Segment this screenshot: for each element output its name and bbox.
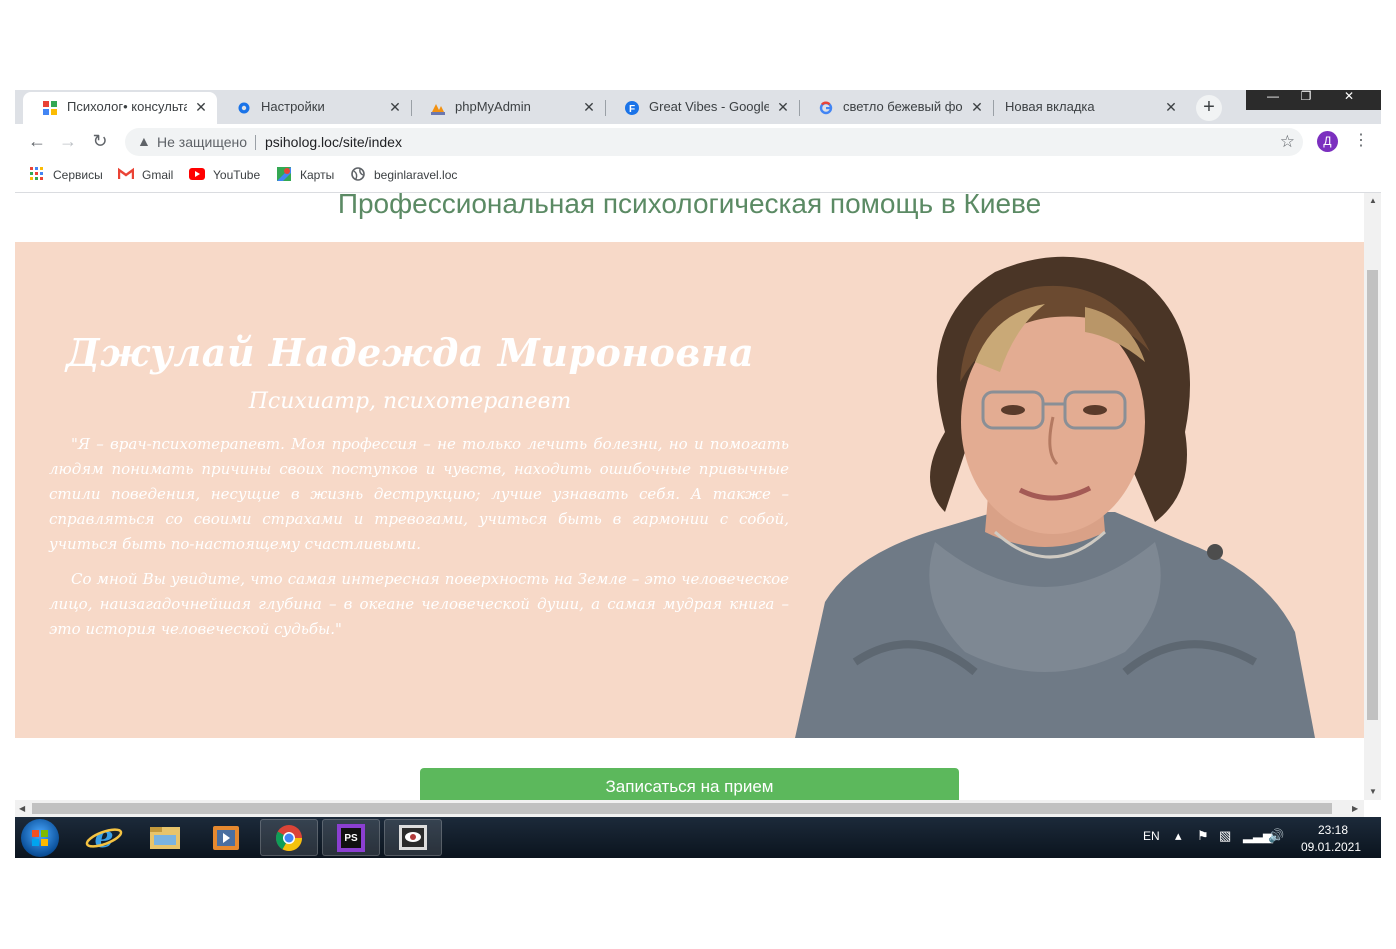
scroll-down-arrow-icon[interactable]: ▼ xyxy=(1369,787,1377,796)
volume-icon[interactable]: 🔊 xyxy=(1268,828,1284,844)
tab-label: Новая вкладка xyxy=(1005,99,1095,114)
bookmarks-bar: Сервисы Gmail YouTube Карты beginlaravel… xyxy=(15,158,1381,193)
tab-psiholog[interactable]: Психолог• консультация ✕ xyxy=(23,92,217,124)
google-icon xyxy=(819,101,833,115)
bookmark-label: beginlaravel.loc xyxy=(374,168,458,182)
close-icon[interactable]: ✕ xyxy=(1163,92,1179,122)
tab-label: phpMyAdmin xyxy=(455,99,531,114)
close-icon[interactable]: ✕ xyxy=(193,92,209,122)
close-icon[interactable]: ✕ xyxy=(581,92,597,122)
close-icon[interactable]: ✕ xyxy=(387,92,403,122)
bookmark-label: YouTube xyxy=(213,168,261,182)
page-viewport: Профессиональная психологическая помощь … xyxy=(15,193,1364,800)
globe-icon xyxy=(351,167,365,181)
media-player-icon[interactable] xyxy=(197,819,255,856)
tab-great-vibes[interactable]: F Great Vibes - Google Fonts ✕ xyxy=(605,92,799,124)
forward-arrow-icon[interactable]: → xyxy=(56,129,80,153)
youtube-icon xyxy=(189,168,205,180)
bookmark-label: Сервисы xyxy=(53,168,103,182)
doctor-name: Джулай Надежда Мироновна xyxy=(65,330,755,375)
new-tab-button[interactable]: + xyxy=(1196,95,1222,121)
tab-phpmyadmin[interactable]: phpMyAdmin ✕ xyxy=(411,92,605,124)
bookmark-maps[interactable]: Карты xyxy=(276,167,334,182)
tab-label: светло бежевый фон сайта xyxy=(843,99,963,114)
quote-paragraph: "Я – врач-психотерапевт. Моя профессия –… xyxy=(49,435,789,553)
scrollbar-thumb[interactable] xyxy=(32,803,1332,814)
clock-time[interactable]: 23:18 xyxy=(1303,823,1363,837)
scroll-up-arrow-icon[interactable]: ▲ xyxy=(1369,196,1377,205)
scrollbar-thumb[interactable] xyxy=(1367,270,1378,720)
windows-start-icon[interactable] xyxy=(21,819,59,857)
security-status[interactable]: Не защищено xyxy=(157,134,247,150)
power-icon[interactable]: ▧ xyxy=(1219,828,1231,844)
image-viewer-icon[interactable] xyxy=(384,819,442,856)
bookmark-youtube[interactable]: YouTube xyxy=(189,167,260,182)
menu-kebab-icon[interactable]: ⋮ xyxy=(1353,130,1369,150)
tab-label: Психолог• консультация xyxy=(67,99,187,114)
url-text[interactable]: psiholog.loc/site/index xyxy=(265,134,402,150)
bookmark-services[interactable]: Сервисы xyxy=(29,167,103,182)
svg-text:e: e xyxy=(94,820,113,855)
restore-icon[interactable]: ❐ xyxy=(1291,90,1321,103)
clock-date[interactable]: 09.01.2021 xyxy=(1295,840,1367,854)
scroll-right-arrow-icon[interactable]: ▶ xyxy=(1352,804,1358,813)
window-close-icon[interactable]: ✕ xyxy=(1334,90,1364,103)
warning-icon[interactable]: ▲ xyxy=(137,133,151,149)
file-explorer-icon[interactable] xyxy=(136,819,194,856)
tray-expand-icon[interactable]: ▴ xyxy=(1175,828,1182,844)
book-appointment-button[interactable]: Записаться на прием xyxy=(420,768,959,800)
doctor-role: Психиатр, психотерапевт xyxy=(248,389,572,414)
tab-label: Great Vibes - Google Fonts xyxy=(649,99,769,114)
vertical-scrollbar[interactable]: ▲ ▼ xyxy=(1364,193,1381,800)
page-title: Профессиональная психологическая помощь … xyxy=(337,193,1042,219)
svg-text:F: F xyxy=(629,104,635,115)
hero-banner: Джулай Надежда Мироновна Психиатр, психо… xyxy=(15,242,1364,738)
bookmark-label: Gmail xyxy=(142,168,174,182)
language-indicator[interactable]: EN xyxy=(1143,829,1160,843)
chrome-icon[interactable] xyxy=(260,819,318,856)
scroll-left-arrow-icon[interactable]: ◀ xyxy=(19,804,25,813)
reload-icon[interactable]: ↻ xyxy=(88,129,112,153)
pma-icon xyxy=(431,104,445,115)
screen: Психолог• консультация ✕ Настройки ✕ php… xyxy=(15,90,1381,858)
back-arrow-icon[interactable]: ← xyxy=(25,129,49,153)
quote-paragraph: Со мной Вы увидите, что самая интересная… xyxy=(49,570,789,638)
bookmark-star-icon[interactable]: ☆ xyxy=(1280,132,1295,152)
bookmark-beginlaravel[interactable]: beginlaravel.loc xyxy=(350,167,457,182)
bookmark-label: Карты xyxy=(300,168,335,182)
apps-grid-icon xyxy=(30,167,43,180)
maps-icon xyxy=(277,167,291,181)
address-bar[interactable]: ▲ Не защищено psiholog.loc/site/index ☆ xyxy=(125,128,1303,156)
svg-text:PS: PS xyxy=(344,833,358,844)
close-icon[interactable]: ✕ xyxy=(775,92,791,122)
profile-avatar[interactable]: Д xyxy=(1317,131,1338,152)
browser-toolbar: ← → ↻ ▲ Не защищено psiholog.loc/site/in… xyxy=(15,124,1381,158)
site-favicon-icon xyxy=(43,101,57,115)
window-controls: — ❐ ✕ xyxy=(1246,90,1381,110)
doctor-portrait-image xyxy=(795,256,1315,738)
gmail-icon xyxy=(118,167,134,179)
google-fonts-icon: F xyxy=(625,101,639,115)
bookmark-gmail[interactable]: Gmail xyxy=(118,167,173,182)
close-icon[interactable]: ✕ xyxy=(969,92,985,122)
tab-google-search[interactable]: светло бежевый фон сайта ✕ xyxy=(799,92,993,124)
action-center-flag-icon[interactable]: ⚑ xyxy=(1197,828,1209,844)
tab-new[interactable]: Новая вкладка ✕ xyxy=(993,92,1187,124)
minimize-icon[interactable]: — xyxy=(1258,90,1288,103)
tab-strip: Психолог• консультация ✕ Настройки ✕ php… xyxy=(15,90,1381,124)
gear-icon xyxy=(238,102,250,114)
tab-settings[interactable]: Настройки ✕ xyxy=(217,92,411,124)
horizontal-scrollbar[interactable]: ◀ ▶ xyxy=(15,800,1364,817)
phpstorm-icon[interactable]: PS xyxy=(322,819,380,856)
windows-taskbar: e PS EN ▴ ⚑ ▧ ▂▃▅ 🔊 23:18 09.01.2021 xyxy=(15,817,1381,858)
divider xyxy=(255,135,256,150)
internet-explorer-icon[interactable]: e xyxy=(75,819,133,856)
tab-label: Настройки xyxy=(261,99,325,114)
